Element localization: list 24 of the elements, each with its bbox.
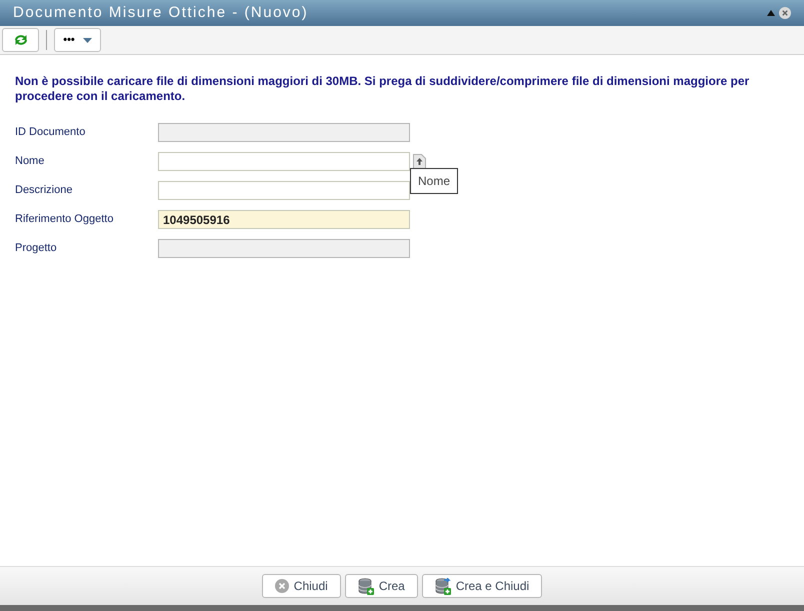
refresh-button[interactable] [2, 28, 39, 52]
close-icon [274, 579, 289, 593]
footer-button[interactable]: Crea [344, 574, 418, 598]
collapse-icon[interactable] [767, 10, 775, 16]
upload-limit-message: Non è possibile caricare file di dimensioni maggiori di 30MB. Si prega di suddividere/comprimere file di dimensioni maggiore per procedere con il caricamento. [15, 74, 750, 104]
tooltip: Nome [410, 168, 458, 194]
field-label: Riferimento Oggetto [15, 212, 114, 228]
database-icon [434, 578, 451, 594]
footer-button[interactable]: Chiudi [262, 574, 341, 598]
upload-icon[interactable] [413, 154, 426, 169]
field-label: Nome [15, 154, 46, 170]
close-icon[interactable] [779, 7, 791, 19]
field-label: Progetto [15, 241, 58, 256]
input-field[interactable] [158, 181, 410, 200]
database-icon [358, 578, 374, 594]
field-label: Descrizione [15, 183, 74, 198]
input-field[interactable] [158, 152, 410, 171]
more-button[interactable]: ••• [54, 28, 101, 52]
window-title: Documento Misure Ottiche - (Nuovo) [13, 2, 308, 23]
refresh-icon [12, 33, 28, 47]
caret-icon [82, 38, 92, 42]
field-label: ID Documento [15, 125, 86, 140]
footer-button[interactable]: Crea e Chiudi [422, 574, 542, 598]
input-field[interactable]: 1049505916 [158, 210, 410, 229]
